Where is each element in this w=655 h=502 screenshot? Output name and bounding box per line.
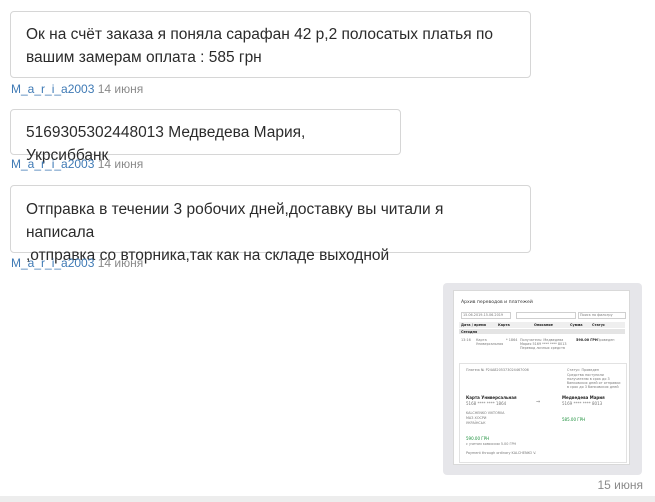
outgoing-image-message[interactable]: Архив переводов и платежей 15.06.2019-15… [443,283,642,475]
to-mask: 5169 **** **** 8013 [562,401,603,406]
column-header: Карта [498,323,510,327]
message-text-line: вашим замерам оплата : 585 грн [26,49,262,66]
row-card: Карта Универсальная [476,338,504,346]
column-header: Статус [592,323,605,327]
from-mask: 5168 **** **** 1864 [466,401,507,406]
message-bubble: Отправка в течении 3 робочих дней,достав… [10,185,531,264]
bank-receipt-screenshot[interactable]: Архив переводов и платежей 15.06.2019-15… [454,291,629,464]
group-bar [459,329,625,334]
message-author[interactable]: M_a_r_i_a2003 [11,157,94,171]
composer-divider [0,496,655,502]
message-meta: M_a_r_i_a2003 14 июня [11,256,143,270]
to-name: Медведева Мария [562,395,605,400]
payment-id: Платеж № P24A8205373024467006 [466,368,529,372]
group-label: Сегодня [461,330,478,334]
message-date: 14 июня [97,82,144,96]
from-line: УКРАЇНСЬК [466,421,486,425]
column-header: Сумма [570,323,583,327]
message-author[interactable]: M_a_r_i_a2003 [11,256,94,270]
from-name: KALCHENKO VIKTORIIA [466,411,505,415]
transfer-arrow-icon: ⇒ [536,399,541,405]
date-range-text: 15.06.2019-15.06.2019 [463,313,504,317]
column-header: Дата / время [461,323,486,327]
to-sum: 585.00 ГРН [562,417,586,422]
message-text-line: Ок на счёт заказа я поняла сарафан 42 р,… [26,26,493,43]
message-meta: M_a_r_i_a2003 14 июня [11,82,143,96]
receipt-title: Архив переводов и платежей [461,300,533,305]
fee-note: с учетом комиссии 5.00 ГРН [466,442,517,446]
row-description: Получатель: Медведева Мария 5169 **** **… [520,338,567,350]
message-text-line: Отправка в течении 3 робочих дней,достав… [26,201,444,241]
row-mask: * 1864 [506,338,518,342]
column-header: Описание [534,323,553,327]
row-time: 13:16 [461,338,471,342]
status-label: Статус: Проведен [567,368,599,372]
total-sum: 590.00 ГРН [466,436,490,441]
row-sum: 590.00 ГРН [576,338,598,342]
receipt-footer: Payment through ordinary KALCHENKO V. [466,451,537,455]
message-meta: M_a_r_i_a2003 14 июня [11,157,143,171]
outgoing-message-date: 15 июня [597,478,643,492]
from-line: МАЗ ХОСРИ [466,416,487,420]
message-bubble: 5169305302448013 Медведева Мария, Укрсиб… [10,109,401,164]
search-placeholder: Поиск по фильтру [580,313,613,317]
message-date: 14 июня [97,256,144,270]
from-card: Карта Универсальная [466,395,517,400]
message-date: 14 июня [97,157,144,171]
message-author[interactable]: M_a_r_i_a2003 [11,82,94,96]
row-status: Проведен [597,338,615,342]
message-bubble: Ок на счёт заказа я поняла сарафан 42 р,… [10,11,531,78]
status-note: Средства поступили получателю в срок до … [567,373,621,389]
search-field [516,312,576,319]
